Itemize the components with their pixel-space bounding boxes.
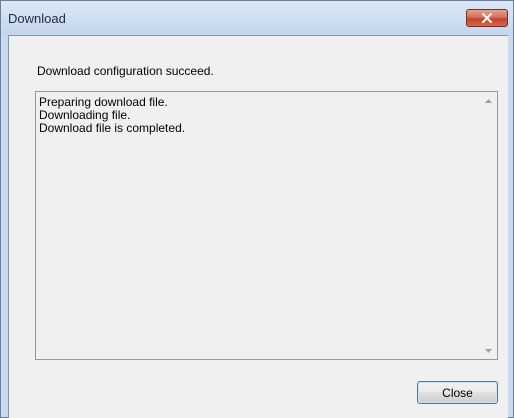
log-textbox[interactable]: Preparing download file. Downloading fil…	[35, 91, 498, 360]
download-dialog: Download Download configuration succeed.…	[0, 0, 514, 418]
vertical-scrollbar[interactable]	[480, 92, 497, 359]
log-line: Download file is completed.	[39, 121, 186, 135]
log-lines: Preparing download file. Downloading fil…	[39, 96, 185, 135]
window-close-button[interactable]	[466, 9, 508, 27]
arrow-down-icon	[485, 348, 492, 353]
arrow-up-icon	[485, 98, 492, 103]
close-icon	[482, 13, 492, 23]
close-button[interactable]: Close	[417, 381, 498, 404]
status-message: Download configuration succeed.	[37, 64, 214, 78]
scroll-down-button[interactable]	[480, 342, 497, 359]
window-title: Download	[8, 11, 66, 26]
dialog-body: Download configuration succeed. Preparin…	[8, 35, 508, 418]
scroll-up-button[interactable]	[480, 92, 497, 109]
title-bar[interactable]: Download	[1, 1, 513, 35]
